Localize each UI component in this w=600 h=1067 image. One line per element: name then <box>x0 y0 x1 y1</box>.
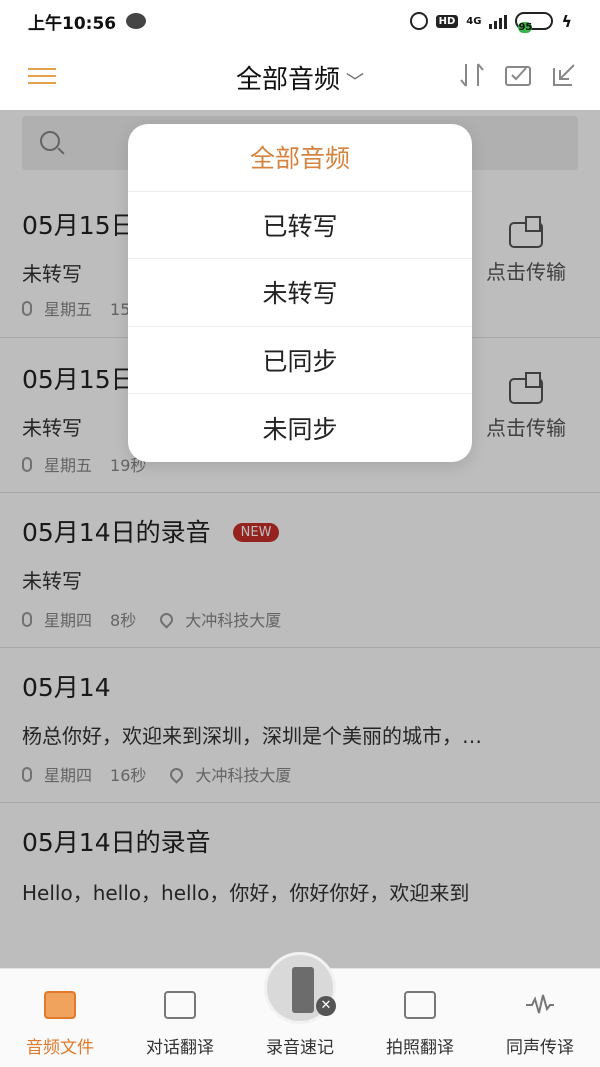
chat-translate-icon <box>164 991 196 1019</box>
nav-label: 同声传译 <box>506 1038 574 1058</box>
app-header: 全部音频 ﹀ <box>0 42 600 110</box>
multi-select-icon[interactable] <box>504 62 532 88</box>
hd-badge: HD <box>435 14 459 28</box>
filter-dropdown: 全部音频 已转写 未转写 已同步 未同步 <box>128 124 472 462</box>
camera-icon <box>404 991 436 1019</box>
nav-label: 录音速记 <box>266 1038 334 1058</box>
nav-photo-translate[interactable]: 拍照翻译 <box>360 969 480 1067</box>
music-file-icon <box>44 991 76 1019</box>
battery-level: 95 <box>518 22 533 33</box>
filter-option-synced[interactable]: 已同步 <box>128 327 472 395</box>
nav-dialog-translate[interactable]: 对话翻译 <box>120 969 240 1067</box>
nav-label: 拍照翻译 <box>386 1038 454 1058</box>
filter-option-transcribed[interactable]: 已转写 <box>128 192 472 260</box>
header-actions <box>458 62 578 88</box>
import-icon[interactable] <box>550 62 578 88</box>
status-icons: HD 4G 95 ϟ <box>409 11 572 33</box>
chevron-down-icon: ﹀ <box>346 72 364 93</box>
alarm-icon <box>409 12 428 30</box>
charging-icon: ϟ <box>561 11 572 31</box>
page-title: 全部音频 <box>235 65 340 95</box>
network-type: 4G <box>466 15 482 27</box>
nav-label: 音频文件 <box>26 1038 94 1058</box>
nav-audio-files[interactable]: 音频文件 <box>0 969 120 1067</box>
nav-simultaneous-interpret[interactable]: 同声传译 <box>480 969 600 1067</box>
signal-icon <box>489 13 508 29</box>
close-icon[interactable]: ✕ <box>316 996 336 1016</box>
wechat-icon <box>126 13 147 29</box>
nav-label: 对话翻译 <box>146 1038 214 1058</box>
filter-option-all[interactable]: 全部音频 <box>128 124 472 192</box>
status-time: 上午10:56 <box>28 13 117 34</box>
filter-option-not-synced[interactable]: 未同步 <box>128 394 472 462</box>
filter-option-not-transcribed[interactable]: 未转写 <box>128 259 472 327</box>
recorder-icon <box>292 967 314 1013</box>
waveform-icon <box>524 991 556 1019</box>
sort-icon[interactable] <box>458 62 486 88</box>
battery-icon: 95 <box>515 12 554 33</box>
status-bar: 上午10:56 HD 4G 95 ϟ <box>0 0 600 42</box>
